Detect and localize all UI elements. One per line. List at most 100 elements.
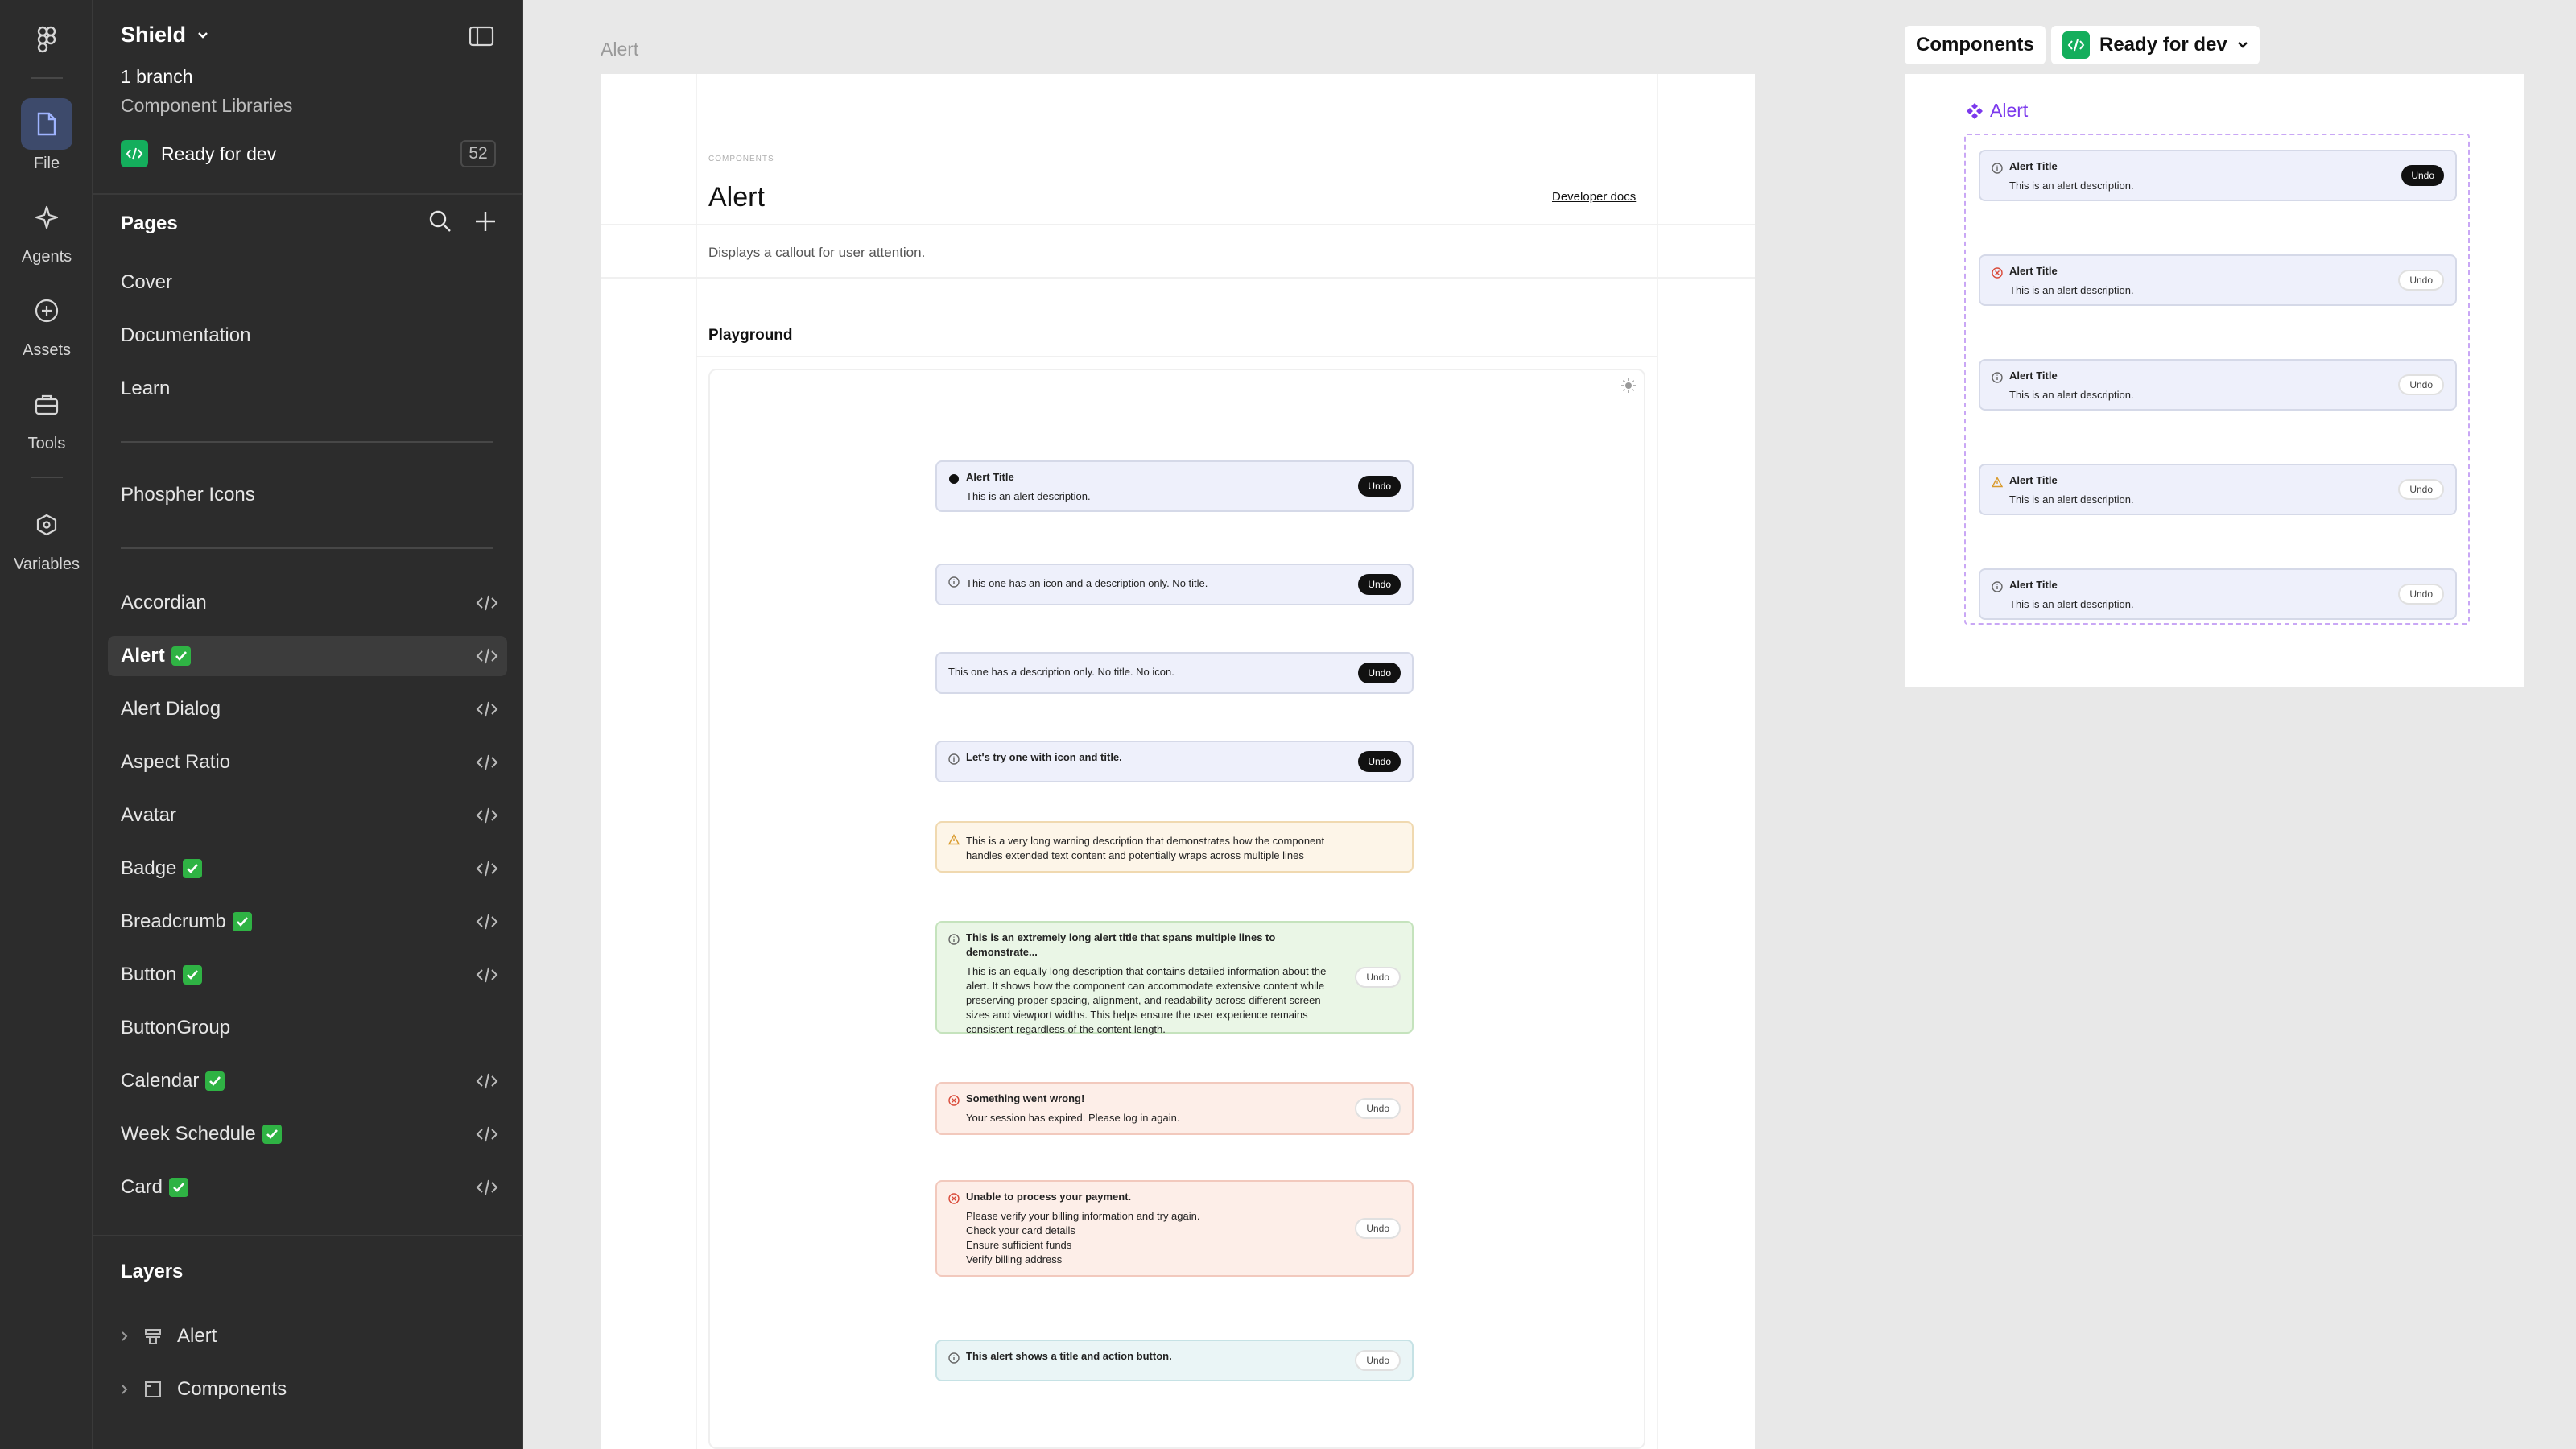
sidebar-toggle-icon[interactable] (469, 26, 494, 47)
undo-button[interactable]: Undo (1355, 1350, 1401, 1371)
page-item-phospher-icons[interactable]: Phospher Icons (108, 475, 507, 515)
rail-file[interactable]: File (0, 98, 93, 173)
chevron-right-icon[interactable] (121, 1384, 129, 1395)
components-tab[interactable]: Components (1905, 26, 2046, 64)
add-page-icon[interactable] (472, 208, 499, 235)
page-item-week-schedule[interactable]: Week Schedule (108, 1114, 507, 1154)
theme-toggle-icon[interactable] (1620, 377, 1637, 394)
code-icon[interactable] (475, 752, 499, 773)
alert-example: This one has a description only. No titl… (935, 652, 1414, 694)
developer-docs-link[interactable]: Developer docs (1552, 190, 1636, 204)
undo-button[interactable]: Undo (2398, 374, 2444, 395)
toolbox-icon (21, 378, 72, 430)
page-item-alert-dialog[interactable]: Alert Dialog (108, 689, 507, 729)
pages-title: Pages (121, 213, 178, 234)
alert-variant-default[interactable]: Alert Title This is an alert description.… (1979, 150, 2457, 201)
undo-button[interactable]: Undo (2398, 270, 2444, 291)
project-switcher[interactable]: Shield (121, 23, 208, 47)
alert-variant-err[interactable]: Alert Title This is an alert description.… (1979, 254, 2457, 306)
component-set-label[interactable]: Alert (1966, 100, 2028, 122)
alert-description: This is an alert description. (2009, 284, 2134, 296)
undo-button[interactable]: Undo (1358, 663, 1401, 683)
code-icon[interactable] (475, 911, 499, 932)
undo-button[interactable]: Undo (1358, 574, 1401, 595)
page-item-buttongroup[interactable]: ButtonGroup (108, 1008, 507, 1048)
info-icon (948, 753, 960, 765)
code-icon[interactable] (475, 1071, 499, 1092)
alert-text: This one has a description only. No titl… (948, 665, 1344, 679)
alert-variant-info[interactable]: Alert Title This is an alert description.… (1979, 568, 2457, 620)
alert-text: Alert Title This is an alert description. (2009, 264, 2444, 298)
page-item-learn[interactable]: Learn (108, 369, 507, 409)
undo-button[interactable]: Undo (1358, 751, 1401, 772)
alert-variant-warn[interactable]: Alert Title This is an alert description.… (1979, 464, 2457, 515)
undo-button[interactable]: Undo (2398, 479, 2444, 500)
layer-row-components[interactable]: Components (121, 1378, 287, 1401)
alert-example: Alert Title This is an alert description.… (935, 460, 1414, 512)
rail-divider (31, 477, 63, 478)
alert-description: This is an alert description. (2009, 389, 2134, 401)
alert-title: Something went wrong! (966, 1092, 1085, 1104)
code-icon[interactable] (475, 805, 499, 826)
code-icon[interactable] (475, 1177, 499, 1198)
search-icon[interactable] (427, 208, 454, 235)
alert-description: This one has a description only. No titl… (948, 666, 1174, 678)
rail-agents[interactable]: Agents (0, 192, 93, 266)
info-icon (1991, 477, 2004, 488)
page-item-badge[interactable]: Badge (108, 848, 507, 889)
rail-tools[interactable]: Tools (0, 378, 93, 453)
alert-text: Alert Title This is an alert description. (966, 470, 1344, 504)
guide-line (696, 74, 697, 1449)
code-icon[interactable] (475, 858, 499, 879)
component-set[interactable]: Alert Title This is an alert description.… (1964, 134, 2470, 625)
alert-example: Something went wrong! Your session has ex… (935, 1082, 1414, 1135)
undo-button[interactable]: Undo (1355, 1218, 1401, 1239)
code-icon[interactable] (475, 592, 499, 613)
code-icon[interactable] (475, 964, 499, 985)
chevron-right-icon[interactable] (121, 1331, 129, 1342)
components-frame[interactable]: Alert Alert Title This is an alert descri… (1905, 74, 2524, 687)
branch-count[interactable]: 1 branch (121, 66, 193, 88)
page-item-card[interactable]: Card (108, 1167, 507, 1208)
page-item-calendar[interactable]: Calendar (108, 1061, 507, 1101)
undo-button[interactable]: Undo (2398, 584, 2444, 605)
page-item-button[interactable]: Button (108, 955, 507, 995)
ready-for-dev-dropdown[interactable]: Ready for dev (2051, 26, 2260, 64)
ready-for-dev-link[interactable]: Ready for dev (121, 140, 276, 167)
page-item-avatar[interactable]: Avatar (108, 795, 507, 836)
error-icon (948, 1095, 960, 1106)
rail-variables[interactable]: Variables (0, 499, 93, 574)
page-item-accordian[interactable]: Accordian (108, 583, 507, 623)
code-icon[interactable] (475, 646, 499, 667)
ready-for-dev-label: Ready for dev (161, 142, 277, 164)
rail-assets[interactable]: Assets (0, 285, 93, 360)
undo-button[interactable]: Undo (2401, 165, 2444, 186)
info-icon (1992, 372, 2003, 383)
alert-text: This is an extremely long alert title th… (966, 931, 1344, 1037)
layer-row-alert[interactable]: Alert (121, 1325, 217, 1348)
frame-label[interactable]: Alert (601, 39, 638, 60)
alert-list-item: Ensure sufficient funds (966, 1239, 1072, 1251)
undo-button[interactable]: Undo (1358, 476, 1401, 497)
rail-divider (31, 77, 63, 79)
documentation-frame[interactable]: COMPONENTS Alert Developer docs Displays… (601, 74, 1755, 1449)
rail-variables-label: Variables (14, 555, 80, 573)
page-item-cover[interactable]: Cover (108, 262, 507, 303)
canvas[interactable]: Alert COMPONENTS Alert Developer docs Di… (523, 0, 2576, 1449)
page-item-alert[interactable]: Alert (108, 636, 507, 676)
alert-description: This is an alert description. (2009, 598, 2134, 610)
project-name: Shield (121, 23, 187, 47)
undo-button[interactable]: Undo (1355, 1098, 1401, 1119)
code-icon[interactable] (475, 699, 499, 720)
figma-logo-icon[interactable] (29, 23, 64, 58)
page-label: Aspect Ratio (121, 751, 231, 773)
page-label: Cover (121, 271, 173, 293)
page-item-aspect-ratio[interactable]: Aspect Ratio (108, 742, 507, 782)
undo-button[interactable]: Undo (1355, 967, 1401, 988)
team-name[interactable]: Component Libraries (121, 95, 293, 117)
page-item-documentation[interactable]: Documentation (108, 316, 507, 356)
alert-variant-ok[interactable]: Alert Title This is an alert description.… (1979, 359, 2457, 411)
code-icon (2062, 31, 2090, 59)
page-item-breadcrumb[interactable]: Breadcrumb (108, 902, 507, 942)
code-icon[interactable] (475, 1124, 499, 1145)
